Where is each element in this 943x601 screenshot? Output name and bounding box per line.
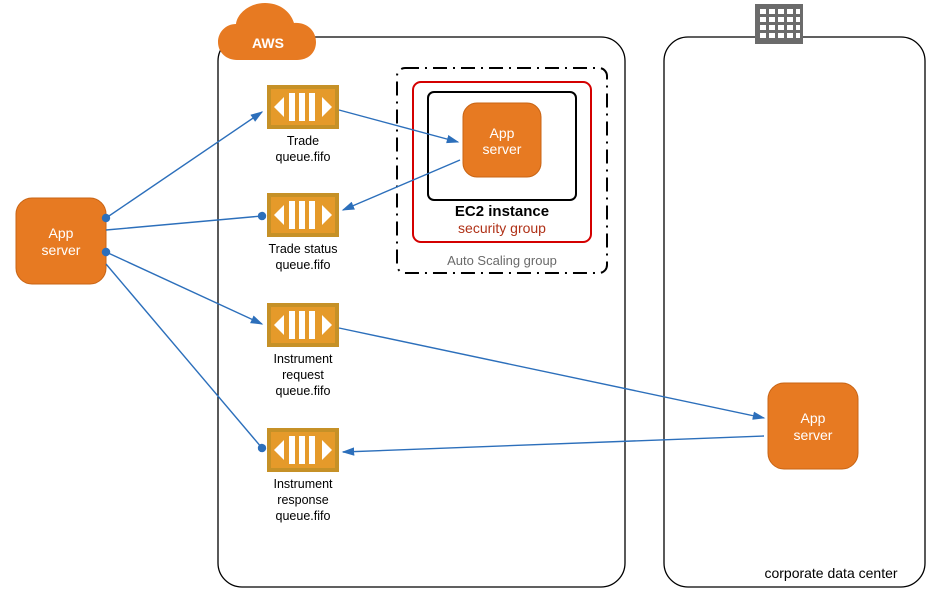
app-server-left	[16, 198, 106, 284]
arrow-instrreq-to-dc	[339, 328, 764, 418]
instr-resp-line1: Instrument	[273, 477, 333, 491]
asg-label: Auto Scaling group	[447, 253, 557, 268]
aws-cloud-icon: AWS	[218, 3, 316, 60]
app-server-dc-line1: App	[801, 410, 826, 426]
app-server-left-line2: server	[42, 242, 81, 258]
building-icon	[755, 4, 803, 44]
instr-req-line3: queue.fifo	[276, 384, 331, 398]
instrument-request-queue-icon	[267, 303, 339, 347]
arrow-tradestatus-to-left	[106, 216, 262, 230]
datacenter-label: corporate data center	[764, 565, 897, 581]
trade-queue-line1: Trade	[287, 134, 319, 148]
ec2-label: EC2 instance	[455, 203, 549, 220]
app-server-left-line1: App	[49, 225, 74, 241]
arrow-instrresp-to-left	[106, 264, 262, 448]
aws-label: AWS	[252, 35, 284, 51]
trade-status-queue-line2: queue.fifo	[276, 258, 331, 272]
trade-status-queue-icon	[267, 193, 339, 237]
app-server-asg-line1: App	[490, 125, 515, 141]
app-server-dc-line2: server	[794, 427, 833, 443]
instr-req-line2: request	[282, 368, 324, 382]
trade-status-queue-line1: Trade status	[268, 242, 337, 256]
instr-req-line1: Instrument	[273, 352, 333, 366]
arrow-dc-to-instrresp	[343, 436, 764, 452]
instrument-response-queue-icon	[267, 428, 339, 472]
arrow-trade-to-asg	[339, 110, 458, 142]
instr-resp-line3: queue.fifo	[276, 509, 331, 523]
app-server-datacenter	[768, 383, 858, 469]
app-server-asg-line2: server	[483, 141, 522, 157]
arrow-left-to-trade	[106, 112, 262, 218]
arrow-left-to-instrreq	[106, 252, 262, 324]
arrow-asg-to-tradestatus	[343, 160, 460, 210]
trade-queue-line2: queue.fifo	[276, 150, 331, 164]
instr-resp-line2: response	[277, 493, 328, 507]
datacenter-container	[664, 37, 925, 587]
trade-queue-icon	[267, 85, 339, 129]
secgrp-label: security group	[458, 220, 546, 236]
